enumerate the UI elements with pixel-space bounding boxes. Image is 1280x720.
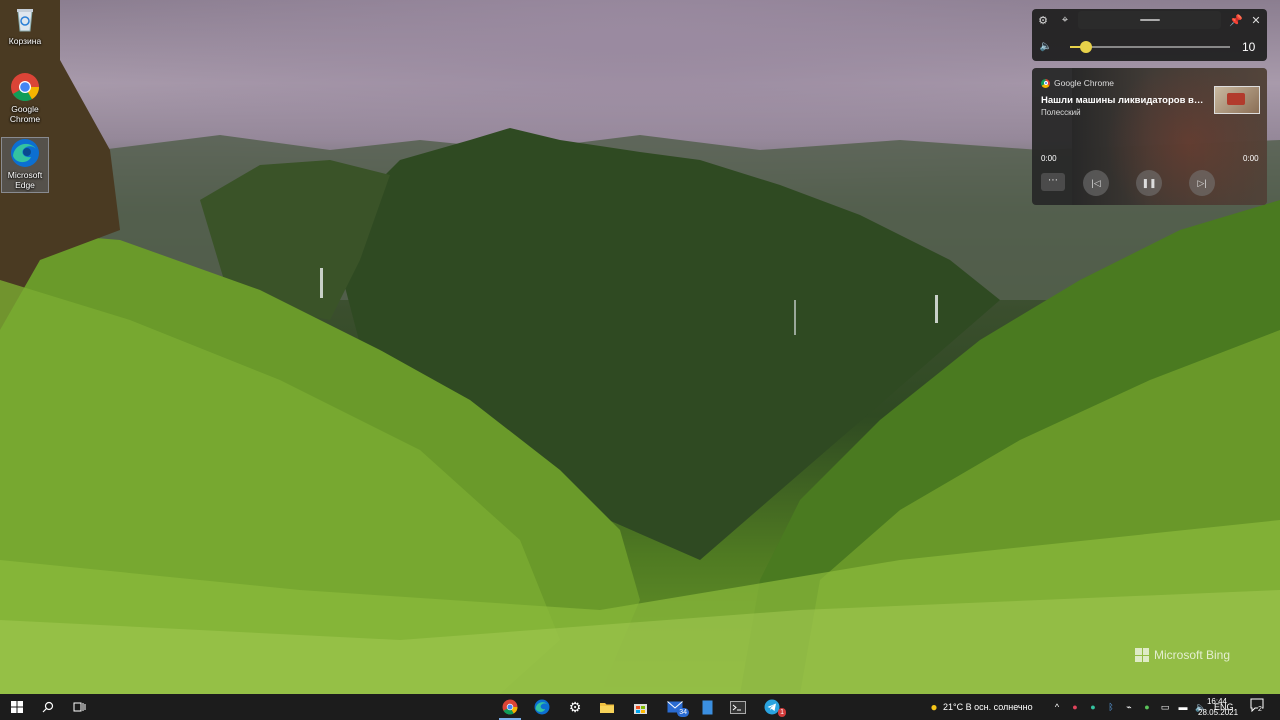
media-app-name: Google Chrome	[1054, 78, 1115, 88]
desktop-icon-google-chrome[interactable]: Google Chrome	[2, 72, 48, 124]
previous-track-button[interactable]: |◁	[1083, 170, 1109, 196]
edge-icon	[534, 699, 550, 715]
close-icon[interactable]: ✕	[1248, 12, 1264, 28]
battery-icon[interactable]: ▬	[1177, 701, 1189, 713]
taskbar-app-edge[interactable]	[527, 694, 557, 720]
next-track-button[interactable]: ▷|	[1189, 170, 1215, 196]
watermark-text: Microsoft Bing	[1154, 648, 1231, 662]
desktop-icon-label: Корзина	[8, 36, 42, 46]
search-button[interactable]	[33, 694, 63, 720]
chrome-icon	[10, 72, 40, 102]
telegram-unread-badge: 1	[778, 708, 786, 717]
media-thumbnail	[1214, 86, 1260, 114]
recycle-bin-icon	[10, 4, 40, 34]
taskbar: ⚙ 34 1 ● 21°C В осн. солнечно ^ ● ● ᛒ ⌁ …	[0, 694, 1280, 720]
media-time-elapsed: 0:00	[1041, 154, 1057, 163]
drag-handle[interactable]	[1078, 11, 1221, 29]
taskbar-app-notes[interactable]	[692, 694, 722, 720]
weather-text: 21°C В осн. солнечно	[943, 702, 1033, 712]
chrome-icon	[1041, 78, 1050, 88]
pause-icon: ❚❚	[1141, 177, 1157, 188]
app-tray-red-icon[interactable]: ●	[1069, 701, 1081, 713]
taskbar-app-settings[interactable]: ⚙	[560, 694, 590, 720]
taskbar-app-mail[interactable]: 34	[660, 694, 690, 720]
volume-slider[interactable]	[1070, 41, 1230, 53]
media-source: Google Chrome	[1041, 78, 1114, 88]
volume-slider-thumb[interactable]	[1080, 41, 1092, 53]
settings-gear-icon[interactable]: ⚙	[1035, 12, 1051, 28]
task-view-icon	[73, 702, 85, 712]
clock-time: 16:44	[1206, 697, 1228, 706]
desktop-icon-recycle-bin[interactable]: Корзина	[2, 4, 48, 46]
start-button[interactable]	[2, 694, 32, 720]
task-view-button[interactable]	[64, 694, 94, 720]
gear-icon: ⚙	[568, 698, 582, 715]
folder-icon	[600, 703, 614, 713]
bing-watermark: Microsoft Bing	[1135, 648, 1230, 662]
volume-value: 10	[1242, 40, 1256, 54]
taskbar-app-telegram[interactable]: 1	[757, 694, 787, 720]
weather-widget[interactable]: ● 21°C В осн. солнечно	[925, 694, 1033, 720]
clock[interactable]: 16:44 28.05.2021	[1198, 696, 1239, 718]
desktop-icon-label: Microsoft Edge	[7, 170, 43, 190]
sun-icon: ●	[930, 700, 938, 714]
taskbar-app-terminal[interactable]	[723, 694, 753, 720]
desktop-icon-microsoft-edge[interactable]: Microsoft Edge	[1, 137, 49, 193]
usb-icon[interactable]: ⌁	[1123, 701, 1135, 713]
windows-logo-icon	[11, 701, 23, 713]
media-control-card: Google Chrome Нашли машины ликвидаторов …	[1032, 68, 1267, 205]
taskbar-app-file-explorer[interactable]	[592, 694, 622, 720]
move-crosshair-icon[interactable]: ⌖	[1057, 12, 1073, 28]
bluetooth-icon[interactable]: ᛒ	[1105, 701, 1117, 713]
search-icon	[42, 701, 54, 713]
more-options-button[interactable]: ⋯	[1041, 173, 1065, 191]
note-icon	[702, 700, 712, 714]
action-center-button[interactable]: 2	[1250, 698, 1266, 716]
skip-forward-icon: ▷|	[1197, 177, 1207, 188]
speaker-icon[interactable]: 🔈	[1038, 38, 1054, 54]
desktop-icon-label: Google Chrome	[9, 104, 41, 124]
mail-unread-badge: 34	[677, 708, 689, 717]
show-hidden-icons-chevron-up-icon[interactable]: ^	[1051, 701, 1063, 713]
terminal-icon	[730, 700, 746, 714]
clock-date: 28.05.2021	[1198, 708, 1239, 717]
taskbar-app-chrome[interactable]	[495, 694, 525, 720]
pause-button[interactable]: ❚❚	[1136, 170, 1162, 196]
app-tray-green-icon[interactable]: ●	[1141, 701, 1153, 713]
media-time-total: 0:00	[1243, 154, 1259, 163]
network-icon[interactable]: ▭	[1159, 701, 1171, 713]
volume-flyout: ⚙ ⌖ 📌 ✕ 🔈 10	[1032, 9, 1267, 61]
skip-back-icon: |◁	[1091, 177, 1101, 188]
microsoft-logo-icon	[1135, 648, 1149, 662]
edge-tray-icon[interactable]: ●	[1087, 701, 1099, 713]
edge-icon	[10, 138, 40, 168]
media-artist: Полесский	[1041, 108, 1081, 117]
chrome-icon	[502, 699, 518, 715]
pin-icon[interactable]: 📌	[1228, 12, 1244, 28]
media-title: Нашли машины ликвидаторов в Припяти	[1041, 95, 1206, 106]
taskbar-app-store[interactable]	[625, 694, 655, 720]
notification-count: 2	[1258, 706, 1262, 713]
store-bag-icon	[633, 703, 647, 714]
